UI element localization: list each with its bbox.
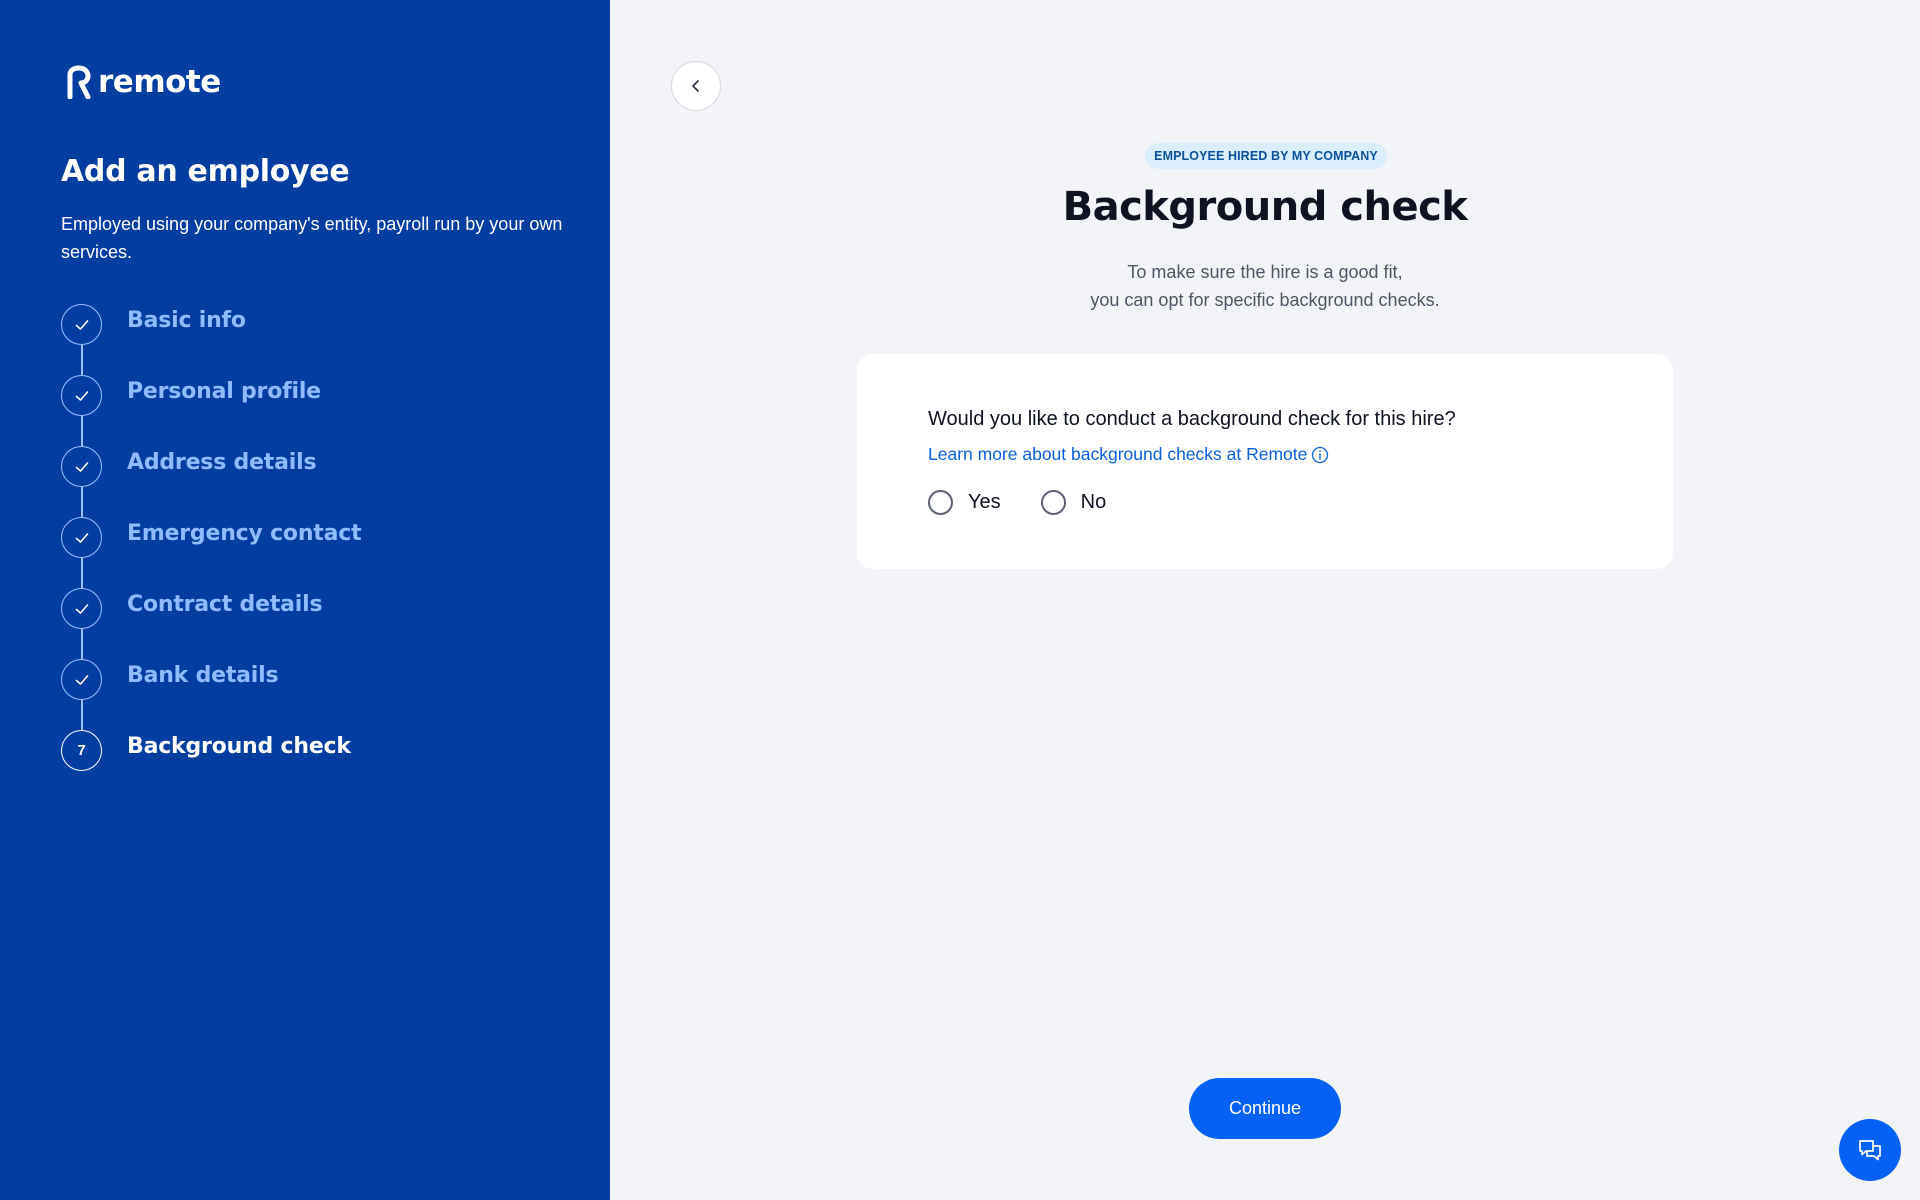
- step-contract-details[interactable]: Contract details: [61, 588, 361, 659]
- sidebar: remote Add an employee Employed using yo…: [0, 0, 610, 1200]
- chevron-left-icon: [692, 80, 699, 92]
- sidebar-subtitle: Employed using your company's entity, pa…: [61, 214, 563, 262]
- info-icon: [1312, 446, 1329, 463]
- step-completed-indicator: [61, 659, 102, 700]
- background-check-question: Would you like to conduct a background c…: [928, 408, 1456, 430]
- description-line-2: you can opt for specific background chec…: [1090, 290, 1440, 310]
- step-completed-indicator: [61, 446, 102, 487]
- step-connector: [81, 416, 83, 446]
- step-number: 7: [77, 742, 86, 759]
- step-basic-info[interactable]: Basic info: [61, 304, 361, 375]
- step-label: Personal profile: [127, 379, 321, 404]
- step-completed-indicator: [61, 304, 102, 345]
- background-check-options: Yes No: [928, 490, 1106, 515]
- radio-yes[interactable]: Yes: [928, 490, 1001, 515]
- check-icon: [75, 390, 88, 401]
- check-icon: [75, 319, 88, 330]
- remote-logo[interactable]: remote: [66, 64, 221, 100]
- step-connector: [81, 629, 83, 659]
- step-label: Basic info: [127, 308, 246, 333]
- step-completed-indicator: [61, 588, 102, 629]
- step-bank-details[interactable]: Bank details: [61, 659, 361, 730]
- step-background-check[interactable]: 7 Background check: [61, 730, 361, 801]
- sidebar-title: Add an employee: [61, 154, 350, 189]
- step-connector: [81, 345, 83, 375]
- app: remote Add an employee Employed using yo…: [0, 0, 1920, 1200]
- step-label: Contract details: [127, 592, 323, 617]
- radio-no-label: No: [1080, 491, 1107, 513]
- back-button[interactable]: [671, 61, 721, 111]
- chat-icon: [1859, 1140, 1881, 1161]
- radio-no-control[interactable]: [1040, 490, 1066, 515]
- page-description: To make sure the hire is a good fit, you…: [610, 258, 1920, 314]
- description-line-1: To make sure the hire is a good fit,: [1127, 262, 1403, 282]
- main-content: EMPLOYEE HIRED BY MY COMPANY Background …: [610, 0, 1920, 1200]
- stepper: Basic info Personal profile Address deta…: [61, 304, 362, 801]
- step-completed-indicator: [61, 517, 102, 558]
- background-check-card: Would you like to conduct a background c…: [857, 354, 1673, 569]
- radio-no[interactable]: No: [1040, 490, 1107, 515]
- step-connector: [81, 700, 83, 730]
- check-icon: [75, 674, 88, 685]
- page-title: Background check: [1062, 184, 1468, 230]
- check-icon: [75, 603, 88, 614]
- step-current-indicator: 7: [61, 730, 102, 771]
- step-label: Background check: [127, 734, 351, 759]
- step-completed-indicator: [61, 375, 102, 416]
- check-icon: [75, 461, 88, 472]
- chat-button[interactable]: [1839, 1119, 1901, 1181]
- check-icon: [75, 532, 88, 543]
- learn-more-text: Learn more about background checks at Re…: [928, 444, 1308, 464]
- learn-more-link[interactable]: Learn more about background checks at Re…: [928, 444, 1329, 465]
- hire-type-badge: EMPLOYEE HIRED BY MY COMPANY: [1145, 143, 1387, 169]
- step-connector: [81, 558, 83, 588]
- continue-button[interactable]: Continue: [1189, 1078, 1341, 1139]
- step-personal-profile[interactable]: Personal profile: [61, 375, 361, 446]
- step-label: Bank details: [127, 663, 279, 688]
- radio-yes-control[interactable]: [928, 490, 953, 515]
- step-address-details[interactable]: Address details: [61, 446, 361, 517]
- step-emergency-contact[interactable]: Emergency contact: [61, 517, 362, 588]
- step-connector: [81, 487, 83, 517]
- radio-yes-label: Yes: [968, 491, 1001, 513]
- step-label: Address details: [127, 450, 317, 475]
- remote-logo-icon: [67, 65, 91, 99]
- step-label: Emergency contact: [127, 521, 362, 546]
- brand-name: remote: [98, 64, 221, 100]
